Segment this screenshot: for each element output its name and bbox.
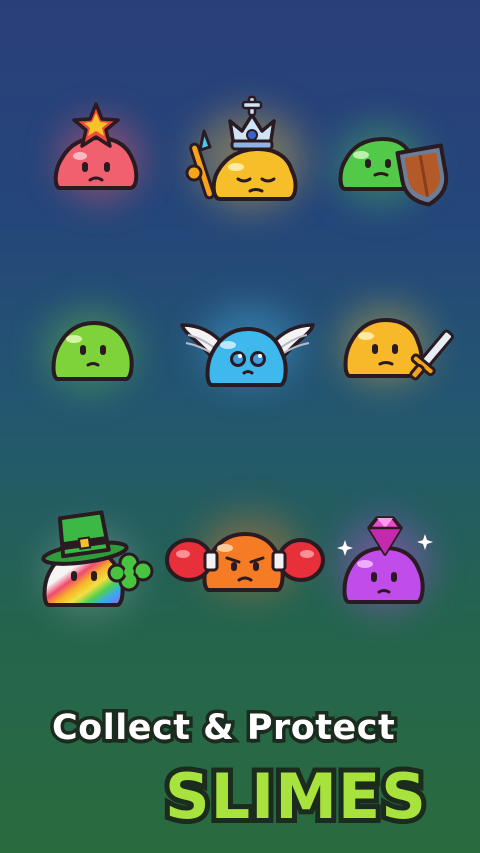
sparkle-icon (337, 540, 353, 556)
promo-headline: SLIMES (160, 755, 431, 838)
slime-green-shield[interactable] (335, 125, 455, 210)
slime-red-star[interactable] (50, 100, 150, 210)
gold-slime-body (343, 317, 424, 378)
slime-orange-boxer[interactable] (165, 520, 325, 600)
blue-slime-body (205, 326, 288, 387)
lime-slime-body (51, 320, 134, 381)
shield-icon (395, 143, 449, 207)
slime-blue-winged[interactable] (180, 315, 315, 390)
slime-rainbow-lucky[interactable] (35, 505, 154, 615)
promo-screen: Collect & Protect SLIMES (0, 0, 480, 853)
red-slime-body (53, 135, 139, 190)
slime-yellow-sword[interactable] (340, 310, 455, 395)
hat-icon (41, 510, 129, 566)
purple-slime-body (342, 545, 425, 604)
sparkle-icon (417, 534, 433, 550)
yellow-slime-body (211, 146, 298, 201)
slime-lime[interactable] (50, 315, 135, 385)
slime-purple-gem[interactable] (335, 510, 435, 610)
promo-tagline: Collect & Protect (48, 705, 398, 752)
slime-yellow-king[interactable] (180, 95, 300, 210)
